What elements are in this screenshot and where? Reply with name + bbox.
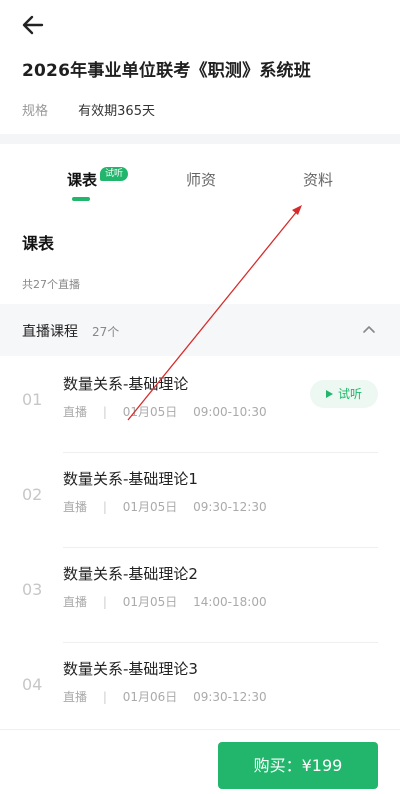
lesson-type: 直播 <box>63 690 88 704</box>
lesson-meta: 直播 | 01月05日 14:00-18:00 <box>63 593 279 610</box>
trial-label: 试听 <box>337 387 362 401</box>
arrow-left-icon <box>22 15 44 35</box>
lesson-date: 01月05日 <box>122 500 178 514</box>
section-title: 课表 <box>22 234 55 253</box>
tab-courses[interactable]: 课表 <box>67 169 97 190</box>
tab-teachers[interactable]: 师资 <box>186 169 216 190</box>
spec-value: 有效期365天 <box>78 104 155 119</box>
live-total-count: 共27个直播 <box>22 278 80 291</box>
lesson-date: 01月05日 <box>122 595 178 609</box>
play-icon <box>325 390 333 398</box>
lesson-time: 09:30-12:30 <box>193 500 267 514</box>
lesson-type: 直播 <box>63 595 88 609</box>
lesson-meta: 直播 | 01月05日 09:00-10:30 <box>63 403 279 420</box>
tab-active-indicator <box>72 197 90 201</box>
group-label: 直播课程 <box>22 324 78 340</box>
live-course-group-header[interactable]: 直播课程 27个 <box>0 304 400 356</box>
lesson-number: 02 <box>22 485 43 504</box>
lesson-name: 数量关系-基础理论2 <box>63 565 198 583</box>
spec-row: 规格 有效期365天 <box>22 100 155 119</box>
lesson-name: 数量关系-基础理论3 <box>63 660 198 678</box>
group-count: 27个 <box>92 325 120 339</box>
lesson-time: 09:30-12:30 <box>193 690 267 704</box>
bottom-action-bar: 购买：¥199 <box>0 729 400 794</box>
lesson-time: 09:00-10:30 <box>193 405 267 419</box>
lesson-row[interactable]: 03 数量关系-基础理论2 直播 | 01月05日 14:00-18:00 <box>0 548 400 643</box>
lesson-meta: 直播 | 01月06日 09:30-12:30 <box>63 688 279 705</box>
lesson-type: 直播 <box>63 405 88 419</box>
lesson-name: 数量关系-基础理论1 <box>63 470 198 488</box>
lesson-name: 数量关系-基础理论 <box>63 375 189 393</box>
meta-separator: | <box>102 500 107 514</box>
lesson-time: 14:00-18:00 <box>193 595 267 609</box>
back-button[interactable] <box>20 12 46 38</box>
lesson-number: 04 <box>22 675 43 694</box>
meta-separator: | <box>102 405 107 419</box>
lesson-number: 01 <box>22 390 43 409</box>
lesson-row[interactable]: 01 数量关系-基础理论 直播 | 01月05日 09:00-10:30 试听 <box>0 358 400 453</box>
lesson-meta: 直播 | 01月05日 09:30-12:30 <box>63 498 279 515</box>
product-title: 2026年事业单位联考《职测》系统班 <box>22 61 311 81</box>
spec-label: 规格 <box>22 104 49 119</box>
chevron-up-icon <box>363 326 375 333</box>
lesson-date: 01月05日 <box>122 405 178 419</box>
section-divider <box>0 134 400 144</box>
trial-badge: 试听 <box>100 167 129 181</box>
buy-button[interactable]: 购买：¥199 <box>218 742 378 789</box>
lesson-row[interactable]: 02 数量关系-基础理论1 直播 | 01月05日 09:30-12:30 <box>0 453 400 548</box>
trial-listen-button[interactable]: 试听 <box>309 380 378 408</box>
meta-separator: | <box>102 595 107 609</box>
tab-bar: 课表 试听 师资 资料 <box>0 144 400 208</box>
tab-materials[interactable]: 资料 <box>303 169 333 190</box>
meta-separator: | <box>102 690 107 704</box>
lesson-date: 01月06日 <box>122 690 178 704</box>
lesson-type: 直播 <box>63 500 88 514</box>
lesson-number: 03 <box>22 580 43 599</box>
